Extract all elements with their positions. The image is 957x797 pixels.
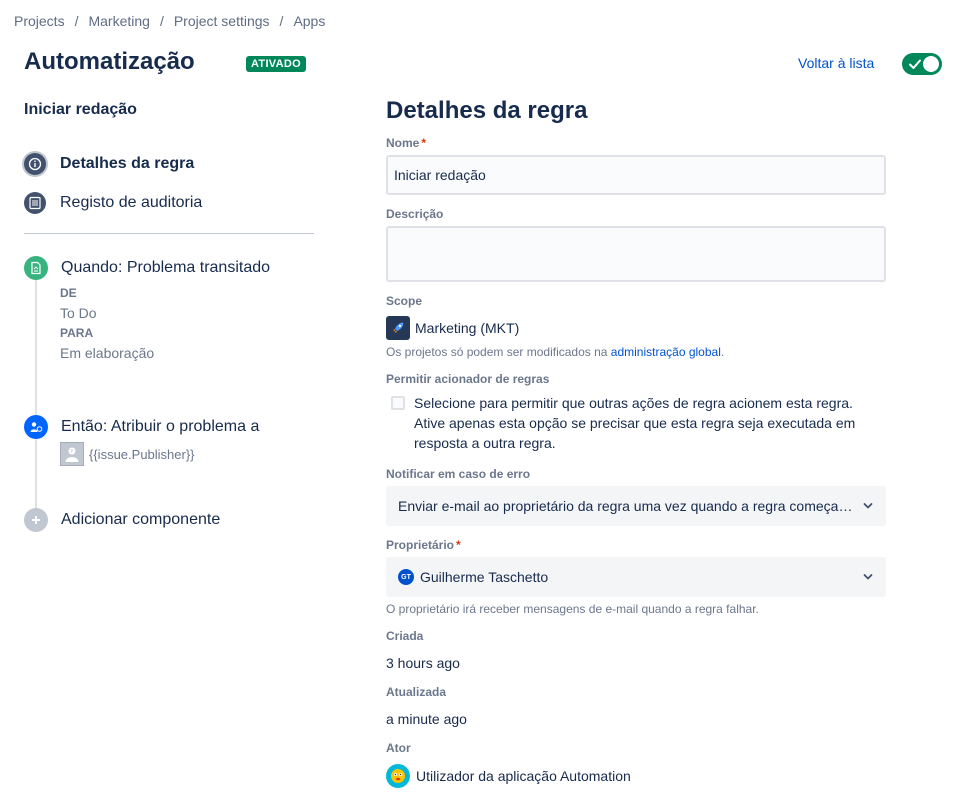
nav-rule-details[interactable]: Detalhes da regra bbox=[24, 153, 194, 175]
breadcrumb-separator: / bbox=[159, 13, 164, 29]
assign-user-icon bbox=[24, 415, 48, 439]
check-icon bbox=[909, 59, 921, 69]
nav-audit-log-label: Registo de auditoria bbox=[60, 194, 203, 211]
actor-row: Utilizador da aplicação Automation bbox=[386, 764, 631, 788]
trigger-from-value: To Do bbox=[60, 305, 97, 321]
description-field-label: Descrição bbox=[386, 207, 444, 221]
owner-label-text: Proprietário bbox=[386, 538, 455, 552]
name-input[interactable] bbox=[386, 155, 886, 195]
owner-avatar: GT bbox=[398, 569, 414, 585]
actor-value: Utilizador da aplicação Automation bbox=[416, 768, 631, 784]
breadcrumb-marketing[interactable]: Marketing bbox=[88, 13, 149, 29]
unknown-user-icon: ? bbox=[60, 442, 84, 466]
required-marker: * bbox=[421, 136, 427, 150]
notify-on-error-select[interactable]: Enviar e-mail ao proprietário da regra u… bbox=[386, 486, 886, 526]
plus-icon bbox=[24, 508, 48, 532]
breadcrumb-separator: / bbox=[74, 13, 79, 29]
rocket-icon bbox=[386, 316, 410, 340]
flow-connector-line bbox=[35, 278, 37, 518]
scope-value-row: Marketing (MKT) bbox=[386, 316, 519, 340]
action-component[interactable]: Então: Atribuir o problema a bbox=[24, 415, 259, 439]
breadcrumb: Projects / Marketing / Project settings … bbox=[14, 13, 325, 29]
breadcrumb-separator: / bbox=[279, 13, 284, 29]
info-icon bbox=[24, 153, 46, 175]
toggle-knob bbox=[923, 56, 939, 72]
scope-field-label: Scope bbox=[386, 294, 423, 308]
scope-value: Marketing (MKT) bbox=[415, 320, 520, 336]
updated-field-label: Atualizada bbox=[386, 685, 447, 699]
add-component-button[interactable]: Adicionar componente bbox=[24, 508, 220, 532]
breadcrumb-projects[interactable]: Projects bbox=[14, 13, 65, 29]
chevron-down-icon bbox=[863, 503, 873, 509]
trigger-to-label: PARA bbox=[60, 326, 94, 340]
list-icon bbox=[24, 192, 46, 214]
back-to-list-link[interactable]: Voltar à lista bbox=[798, 55, 874, 71]
name-field-label: Nome * bbox=[386, 136, 426, 150]
trigger-to-value: Em elaboração bbox=[60, 345, 155, 361]
owner-field-label: Proprietário * bbox=[386, 538, 461, 552]
action-assignee: ? {{issue.Publisher}} bbox=[60, 442, 195, 466]
trigger-label: Quando: Problema transitado bbox=[61, 259, 271, 276]
scope-help-prefix: Os projetos só podem ser modificados na bbox=[386, 345, 608, 359]
scope-help-text: Os projetos só podem ser modificados na … bbox=[386, 345, 724, 359]
chevron-down-icon bbox=[863, 574, 873, 580]
rule-details-title: Detalhes da regra bbox=[386, 97, 588, 124]
notify-field-label: Notificar em caso de erro bbox=[386, 467, 531, 481]
add-component-label: Adicionar componente bbox=[61, 511, 221, 528]
automation-bot-icon bbox=[386, 764, 410, 788]
rule-enabled-toggle[interactable] bbox=[902, 53, 942, 75]
page-title: Automatização bbox=[24, 48, 195, 75]
nav-rule-details-label: Detalhes da regra bbox=[60, 155, 195, 172]
created-field-label: Criada bbox=[386, 629, 424, 643]
transition-trigger-icon bbox=[24, 256, 48, 280]
updated-value: a minute ago bbox=[386, 711, 467, 727]
trigger-component[interactable]: Quando: Problema transitado bbox=[24, 256, 270, 280]
actor-field-label: Ator bbox=[386, 741, 411, 755]
action-assignee-value: {{issue.Publisher}} bbox=[89, 446, 195, 462]
breadcrumb-project-settings[interactable]: Project settings bbox=[174, 13, 270, 29]
allow-rule-trigger-checkbox[interactable] bbox=[391, 396, 405, 410]
notify-on-error-value: Enviar e-mail ao proprietário da regra u… bbox=[398, 498, 854, 514]
global-admin-link[interactable]: administração global bbox=[611, 345, 721, 359]
svg-text:?: ? bbox=[70, 449, 73, 455]
required-marker: * bbox=[456, 538, 461, 552]
description-textarea[interactable] bbox=[386, 226, 886, 282]
trigger-from-label: DE bbox=[60, 286, 77, 300]
nav-audit-log[interactable]: Registo de auditoria bbox=[24, 192, 202, 214]
scope-help-suffix: . bbox=[720, 345, 725, 359]
allow-trigger-field-label: Permitir acionador de regras bbox=[386, 372, 550, 386]
status-badge: ATIVADO bbox=[246, 56, 306, 72]
sidebar-divider bbox=[24, 233, 314, 234]
owner-help-text: O proprietário irá receber mensagens de … bbox=[386, 602, 759, 616]
owner-value: Guilherme Taschetto bbox=[420, 569, 549, 585]
name-label-text: Nome bbox=[386, 136, 420, 150]
allow-rule-trigger-description: Selecione para permitir que outras ações… bbox=[414, 395, 856, 451]
breadcrumb-apps[interactable]: Apps bbox=[293, 13, 325, 29]
action-label: Então: Atribuir o problema a bbox=[61, 418, 260, 435]
owner-select[interactable]: GT Guilherme Taschetto bbox=[386, 557, 886, 597]
rule-name-heading: Iniciar redação bbox=[24, 101, 137, 118]
created-value: 3 hours ago bbox=[386, 655, 460, 671]
